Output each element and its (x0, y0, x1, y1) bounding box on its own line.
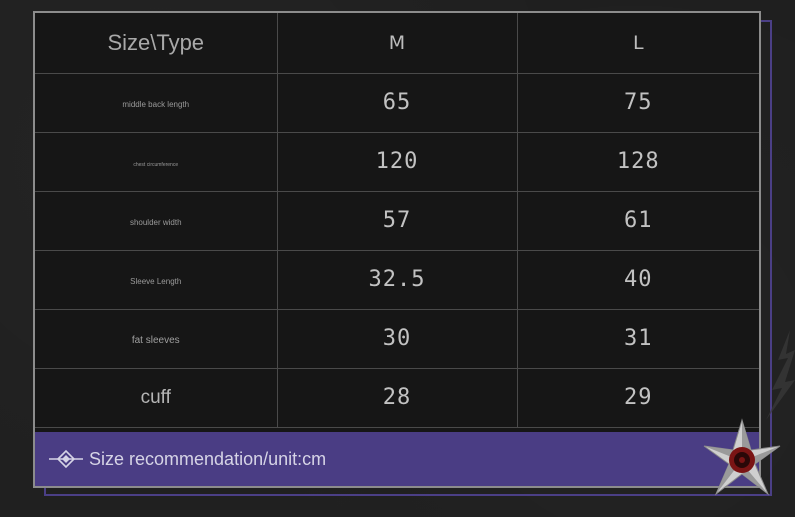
value-cell-m: 65 (277, 73, 518, 133)
row-label-cell: fat sleeves (35, 309, 278, 369)
diamond-arrow-icon (49, 449, 83, 469)
table-row: cuff 28 29 (35, 368, 759, 428)
row-label-cell: Sleeve Length (35, 250, 278, 310)
decorative-leaf-icon (766, 330, 795, 420)
footer-banner: Size recommendation/unit:cm (35, 432, 759, 486)
row-label-cell: middle back length (35, 73, 278, 133)
value-cell-m: 120 (277, 132, 518, 192)
shuriken-icon (703, 418, 781, 496)
table-header-row: Size\Type M L (35, 13, 759, 74)
row-label: cuff (140, 386, 171, 408)
header-m: M (277, 13, 518, 74)
value-cell-l: 31 (517, 309, 759, 369)
value-cell-m: 57 (277, 191, 518, 251)
value-cell-l: 40 (517, 250, 759, 310)
row-label: fat sleeves (131, 334, 180, 346)
size-table: Size\Type M L middle back length 65 75 c… (35, 13, 759, 428)
row-label: middle back length (122, 99, 190, 109)
table-row: shoulder width 57 61 (35, 191, 759, 251)
row-label-cell: chest circumference (35, 132, 278, 192)
row-label: chest circumference (133, 161, 179, 168)
size-chart-card: Size\Type M L middle back length 65 75 c… (33, 11, 761, 488)
table-row: Sleeve Length 32.5 40 (35, 250, 759, 310)
value-cell-m: 32.5 (277, 250, 518, 310)
value-cell-l: 128 (517, 132, 759, 192)
value-cell-m: 30 (277, 309, 518, 369)
row-label: Sleeve Length (130, 276, 182, 286)
row-label-cell: cuff (35, 368, 278, 428)
row-label: shoulder width (129, 217, 182, 227)
table-row: middle back length 65 75 (35, 73, 759, 133)
value-cell-l: 61 (517, 191, 759, 251)
value-cell-l: 75 (517, 73, 759, 133)
header-size-type: Size\Type (35, 13, 278, 74)
footer-text: Size recommendation/unit:cm (89, 448, 327, 469)
table-row: fat sleeves 30 31 (35, 309, 759, 369)
row-label-cell: shoulder width (35, 191, 278, 251)
value-cell-m: 28 (277, 368, 518, 428)
header-l: L (517, 13, 759, 74)
table-row: chest circumference 120 128 (35, 132, 759, 192)
